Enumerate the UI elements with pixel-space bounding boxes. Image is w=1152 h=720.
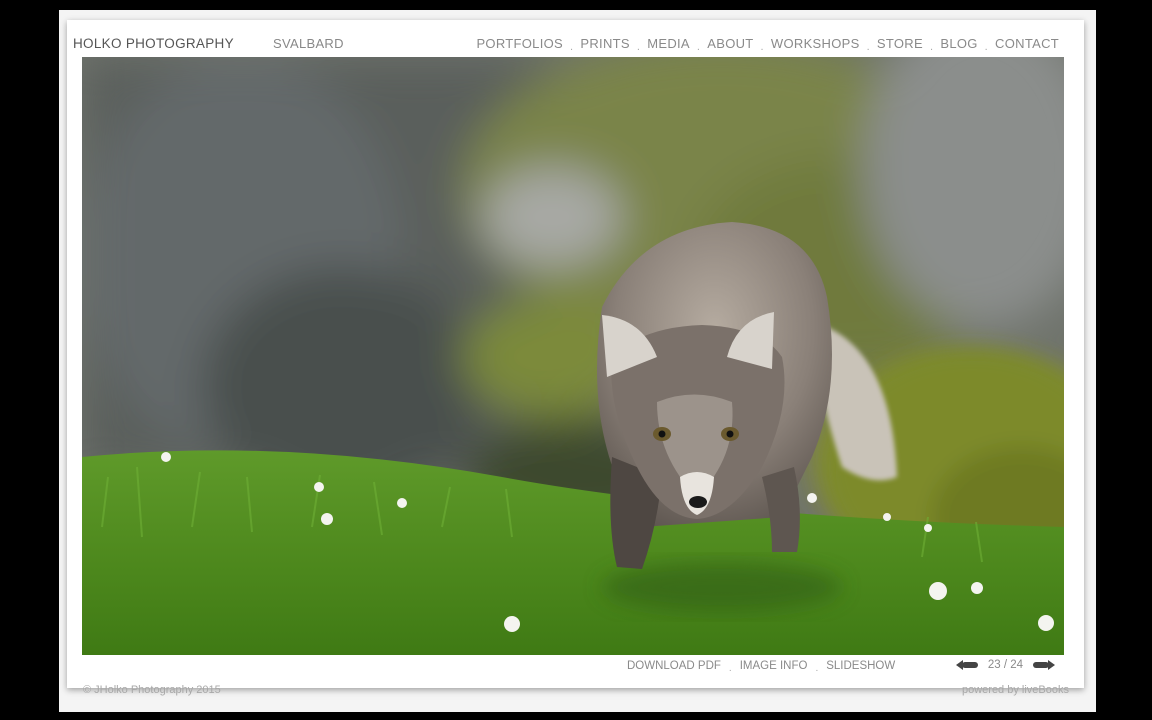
nav-separator: . xyxy=(760,40,764,53)
toolbar-separator: . xyxy=(728,662,732,674)
toolbar-separator: . xyxy=(815,662,819,674)
nav-prints[interactable]: PRINTS xyxy=(580,36,629,51)
slideshow-link[interactable]: SLIDESHOW xyxy=(826,660,895,672)
next-arrow-icon[interactable] xyxy=(1033,659,1055,671)
main-photo[interactable] xyxy=(82,57,1064,655)
nav-about[interactable]: ABOUT xyxy=(707,36,753,51)
copyright-text: © JHolko Photography 2015 xyxy=(83,684,221,696)
photo-actions: DOWNLOAD PDF . IMAGE INFO . SLIDESHOW xyxy=(627,660,895,674)
download-pdf-link[interactable]: DOWNLOAD PDF xyxy=(627,660,721,672)
nav-separator: . xyxy=(984,40,989,53)
nav-separator: . xyxy=(696,40,701,53)
nav-store[interactable]: STORE xyxy=(877,36,923,51)
powered-by-link[interactable]: powered by liveBooks xyxy=(962,684,1069,696)
previous-arrow-icon[interactable] xyxy=(955,659,978,671)
nav-portfolios[interactable]: PORTFOLIOS xyxy=(476,36,563,51)
page: HOLKO PHOTOGRAPHY SVALBARD PORTFOLIOS . … xyxy=(59,10,1096,712)
image-counter: 23 / 24 xyxy=(987,659,1023,671)
gallery-title: SVALBARD xyxy=(273,36,344,51)
nav-separator: . xyxy=(866,40,870,53)
arctic-fox-photo-icon xyxy=(82,57,1064,655)
site-brand-link[interactable]: HOLKO PHOTOGRAPHY xyxy=(73,36,234,51)
nav-separator: . xyxy=(929,40,934,53)
header-bar: HOLKO PHOTOGRAPHY SVALBARD PORTFOLIOS . … xyxy=(73,34,1059,54)
site-footer: © JHolko Photography 2015 powered by liv… xyxy=(83,684,1069,698)
nav-media[interactable]: MEDIA xyxy=(647,36,690,51)
nav-separator: . xyxy=(636,40,641,53)
nav-contact[interactable]: CONTACT xyxy=(995,36,1059,51)
nav-blog[interactable]: BLOG xyxy=(940,36,977,51)
nav-workshops[interactable]: WORKSHOPS xyxy=(771,36,860,51)
main-nav: PORTFOLIOS . PRINTS . MEDIA . ABOUT . WO… xyxy=(476,36,1059,53)
photo-toolbar: DOWNLOAD PDF . IMAGE INFO . SLIDESHOW 23… xyxy=(73,659,1059,678)
image-info-link[interactable]: IMAGE INFO xyxy=(740,660,808,672)
nav-separator: . xyxy=(570,40,574,53)
image-pager: 23 / 24 xyxy=(955,659,1055,671)
